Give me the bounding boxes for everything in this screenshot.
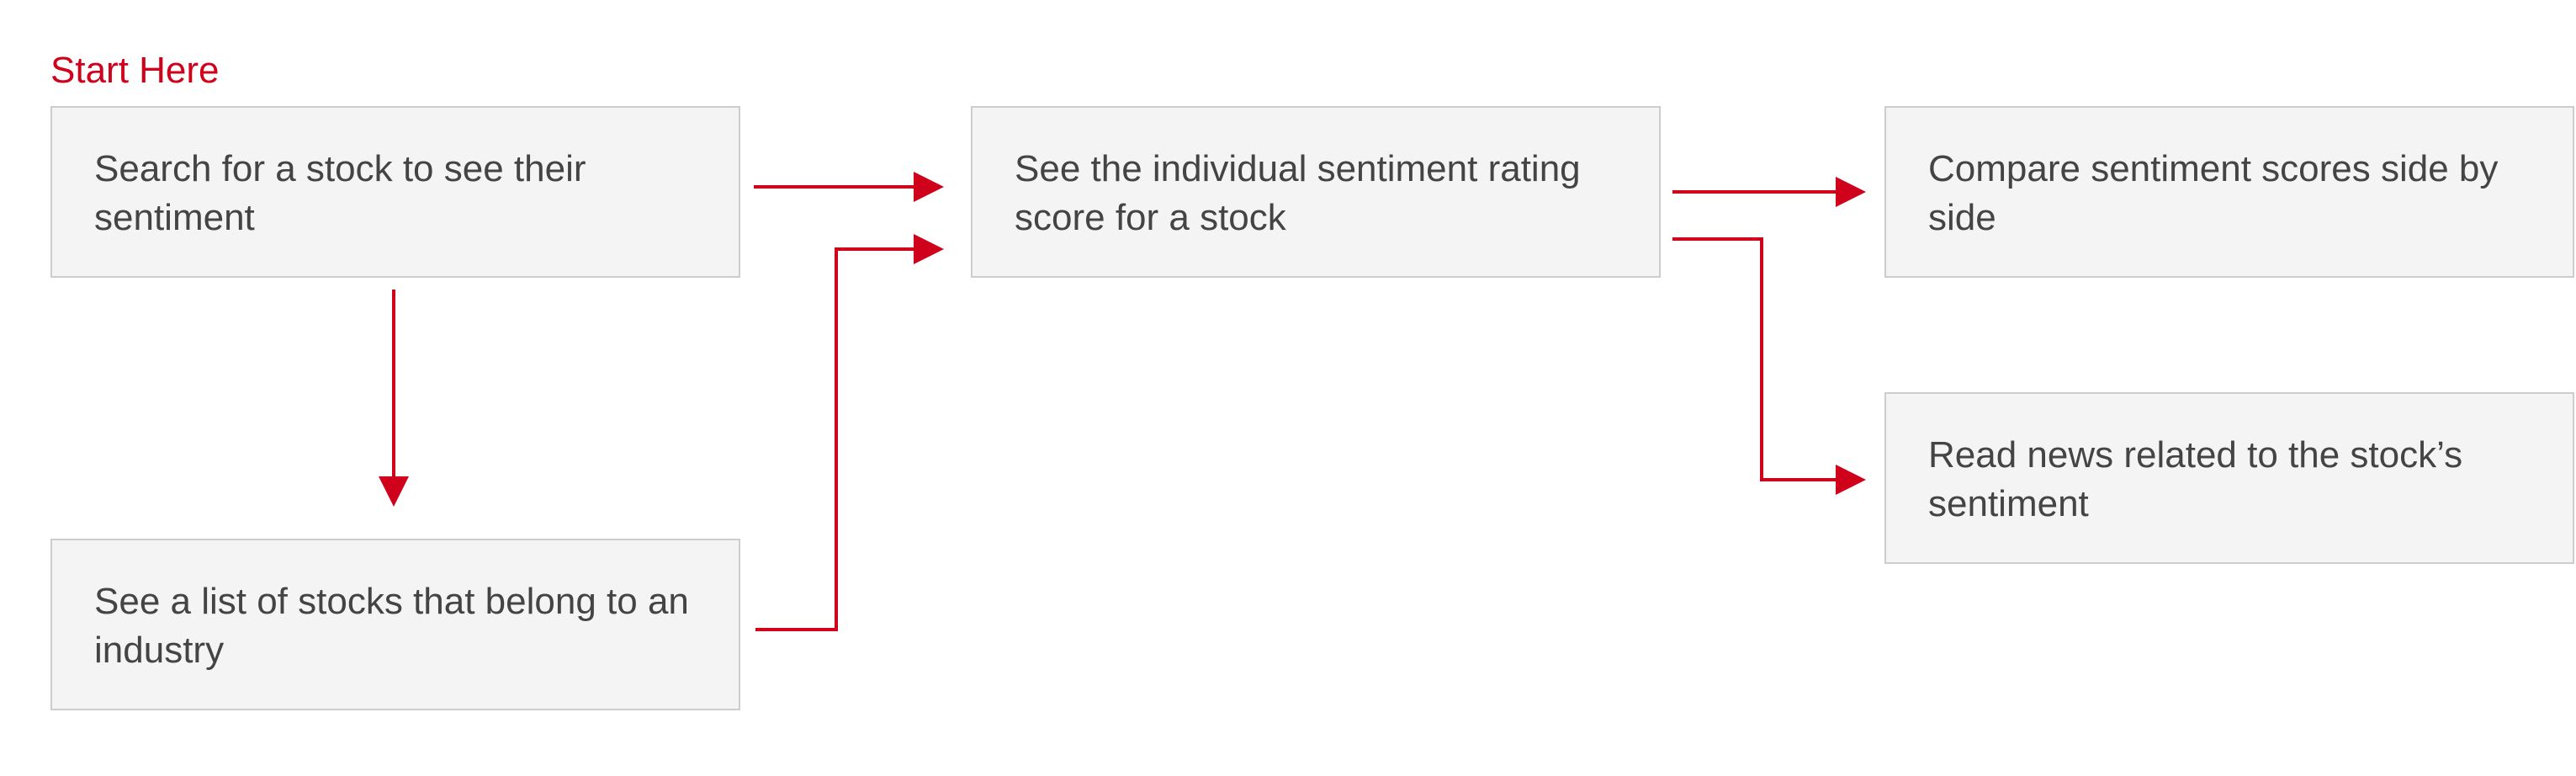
- arrow-rating-to-news: [1672, 237, 1866, 495]
- step-sentiment-rating: See the individual sentiment rating scor…: [971, 106, 1661, 278]
- arrow-search-to-industry: [379, 290, 409, 507]
- step-compare-scores-text: Compare sentiment scores side by side: [1928, 148, 2499, 238]
- arrow-search-to-rating: [754, 172, 944, 202]
- step-read-news: Read news related to the stock’s sentime…: [1884, 392, 2574, 564]
- step-search-stock: Search for a stock to see their sentimen…: [50, 106, 740, 278]
- arrow-industry-to-rating: [755, 234, 944, 631]
- step-search-stock-text: Search for a stock to see their sentimen…: [94, 148, 586, 238]
- arrow-rating-to-compare: [1672, 177, 1866, 207]
- step-sentiment-rating-text: See the individual sentiment rating scor…: [1015, 148, 1581, 238]
- step-industry-list-text: See a list of stocks that belong to an i…: [94, 581, 689, 671]
- start-here-label: Start Here: [50, 50, 220, 91]
- step-compare-scores: Compare sentiment scores side by side: [1884, 106, 2574, 278]
- step-read-news-text: Read news related to the stock’s sentime…: [1928, 434, 2463, 524]
- step-industry-list: See a list of stocks that belong to an i…: [50, 539, 740, 710]
